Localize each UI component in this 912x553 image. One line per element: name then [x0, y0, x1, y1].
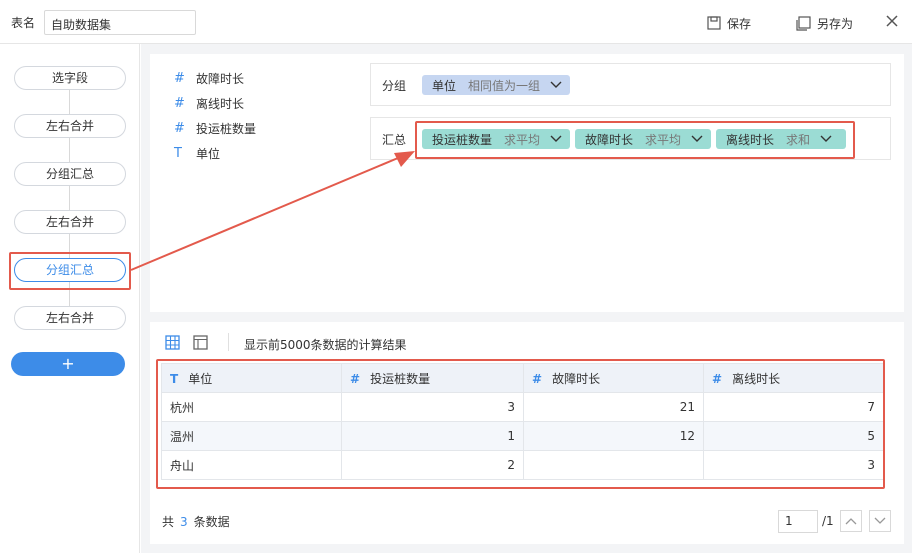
preview-info-text: 显示前5000条数据的计算结果 [244, 338, 407, 352]
table-highlight-box [156, 359, 885, 489]
record-count: 共 3 条数据 [162, 513, 230, 530]
next-page-button[interactable] [869, 510, 891, 532]
count-suffix: 条数据 [193, 515, 230, 529]
prev-page-button[interactable] [840, 510, 862, 532]
grid-icon [165, 335, 180, 350]
page-total: /1 [822, 514, 834, 528]
layout-icon [193, 335, 208, 350]
count-prefix: 共 [162, 515, 175, 529]
field-view-button[interactable] [193, 335, 209, 351]
count-value: 3 [180, 515, 188, 529]
toolbar-divider [228, 333, 229, 351]
page-number-input[interactable]: 1 [778, 510, 818, 533]
chevron-up-icon [845, 518, 857, 525]
table-view-button[interactable] [165, 335, 181, 351]
chevron-down-icon [874, 517, 886, 524]
